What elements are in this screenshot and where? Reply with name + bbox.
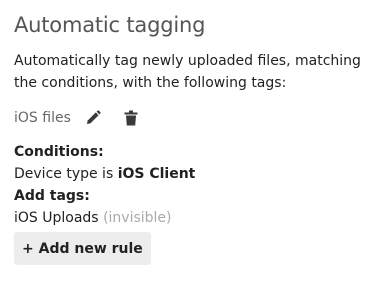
trash-icon — [124, 110, 138, 126]
tags-heading: Add tags: — [14, 188, 90, 204]
section-title: Automatic tagging — [14, 13, 206, 37]
conditions-heading: Conditions: — [14, 144, 104, 160]
add-new-rule-button[interactable]: + Add new rule — [14, 232, 151, 265]
condition-value: iOS Client — [117, 166, 196, 182]
delete-rule-button[interactable] — [121, 108, 141, 128]
rule-name: iOS files — [14, 110, 71, 126]
tag-visibility: (invisible) — [103, 210, 172, 226]
edit-rule-button[interactable] — [83, 108, 103, 128]
tag-name: iOS Uploads — [14, 210, 99, 226]
section-description: Automatically tag newly uploaded files, … — [14, 53, 361, 91]
rule-header: iOS files — [14, 106, 141, 130]
tag-line: iOS Uploads (invisible) — [14, 207, 195, 229]
pencil-icon — [86, 110, 101, 124]
rule-details: Conditions: Device type is iOS Client Ad… — [14, 141, 195, 229]
condition-prefix: Device type is — [14, 166, 118, 182]
condition-line: Device type is iOS Client — [14, 163, 195, 185]
